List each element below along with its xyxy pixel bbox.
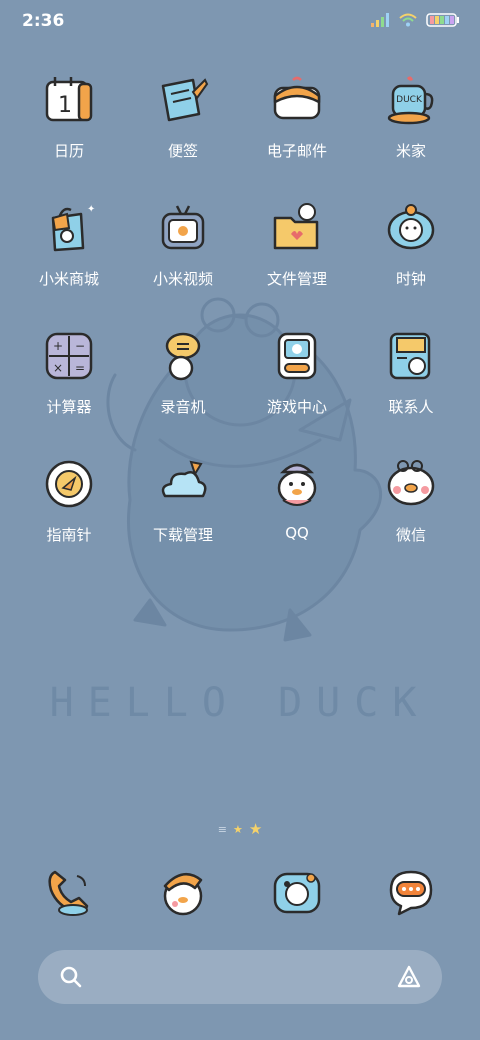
calendar-icon: 1 — [45, 77, 93, 122]
app-label: 米家 — [395, 142, 426, 160]
dock-phone[interactable] — [12, 864, 126, 928]
recorder-icon — [165, 332, 201, 381]
qq-duck-icon — [277, 463, 317, 506]
notes-icon — [161, 78, 209, 122]
app-label: 小米商城 — [38, 270, 99, 288]
duck-hat-icon — [163, 873, 203, 916]
star-icon: ★ — [232, 822, 243, 836]
dock-messages[interactable] — [354, 864, 468, 928]
svg-text:+: + — [53, 339, 63, 353]
game-console-icon — [277, 332, 317, 380]
tv-icon — [161, 205, 205, 250]
app-qq[interactable]: QQ — [240, 456, 354, 566]
app-email[interactable]: 电子邮件 — [240, 72, 354, 182]
app-contacts[interactable]: 联系人 — [354, 328, 468, 438]
svg-text:×: × — [53, 361, 63, 375]
assistant-icon[interactable] — [396, 964, 422, 990]
menu-lines-icon: ≡ — [217, 822, 227, 836]
svg-text:✦: ✦ — [87, 204, 95, 215]
app-label: 下载管理 — [152, 526, 213, 544]
app-label: 联系人 — [388, 398, 434, 416]
compass-icon — [45, 460, 93, 508]
star-icon: ★ — [248, 820, 263, 838]
app-wechat[interactable]: 微信 — [354, 456, 468, 566]
svg-text:=: = — [75, 361, 85, 375]
wallpaper-caption: HELLO DUCK — [49, 680, 431, 726]
contacts-book-icon — [389, 332, 431, 380]
app-xiaomi-mall[interactable]: ✦ 小米商城 — [12, 200, 126, 310]
clock-icon — [387, 204, 435, 250]
svg-text:−: − — [75, 339, 85, 353]
app-calculator[interactable]: + − × = 计算器 — [12, 328, 126, 438]
clock-time: 2:36 — [22, 11, 65, 31]
email-icon — [273, 76, 321, 120]
page-indicator[interactable]: ≡ ★ ★ — [0, 820, 480, 838]
wechat-duck-icon — [387, 460, 435, 506]
app-xiaomi-video[interactable]: 小米视频 — [126, 200, 240, 310]
shopping-bag-icon: ✦ — [51, 204, 95, 252]
duck-mug-icon: DUCK — [387, 76, 434, 125]
message-bubble-icon — [389, 870, 433, 916]
app-compass[interactable]: 指南针 — [12, 456, 126, 566]
search-bar[interactable] — [38, 950, 442, 1004]
app-label: 录音机 — [160, 398, 206, 416]
app-file-manager[interactable]: 文件管理 — [240, 200, 354, 310]
app-notes[interactable]: 便签 — [126, 72, 240, 182]
camera-duck-icon — [273, 872, 321, 914]
app-label: 便签 — [167, 142, 198, 160]
app-recorder[interactable]: 录音机 — [126, 328, 240, 438]
svg-text:DUCK: DUCK — [396, 95, 423, 105]
app-download-manager[interactable]: 下载管理 — [126, 456, 240, 566]
app-label: 微信 — [395, 526, 426, 544]
signal-icon — [371, 13, 389, 27]
status-icons — [370, 12, 460, 28]
app-mijia[interactable]: DUCK 米家 — [354, 72, 468, 182]
svg-text:1: 1 — [58, 93, 72, 118]
dock — [12, 864, 468, 928]
app-label: 游戏中心 — [266, 398, 327, 416]
app-label: 时钟 — [395, 270, 426, 288]
folder-icon — [273, 203, 319, 250]
app-label: QQ — [285, 524, 309, 542]
app-label: 电子邮件 — [266, 142, 327, 160]
status-bar: 2:36 — [0, 0, 480, 44]
cloud-download-icon — [161, 460, 207, 498]
dock-camera[interactable] — [240, 864, 354, 928]
app-label: 计算器 — [46, 398, 92, 416]
calculator-icon: + − × = — [45, 332, 93, 380]
wifi-icon — [399, 13, 417, 27]
phone-icon — [48, 870, 89, 916]
dock-app-2[interactable] — [126, 864, 240, 928]
app-clock[interactable]: 时钟 — [354, 200, 468, 310]
app-game-center[interactable]: 游戏中心 — [240, 328, 354, 438]
app-label: 文件管理 — [266, 270, 327, 288]
app-label: 小米视频 — [152, 270, 213, 288]
app-label: 日历 — [53, 142, 84, 160]
search-icon — [60, 966, 82, 988]
app-calendar[interactable]: 1 日历 — [12, 72, 126, 182]
app-label: 指南针 — [46, 526, 92, 544]
battery-icon — [426, 13, 459, 27]
